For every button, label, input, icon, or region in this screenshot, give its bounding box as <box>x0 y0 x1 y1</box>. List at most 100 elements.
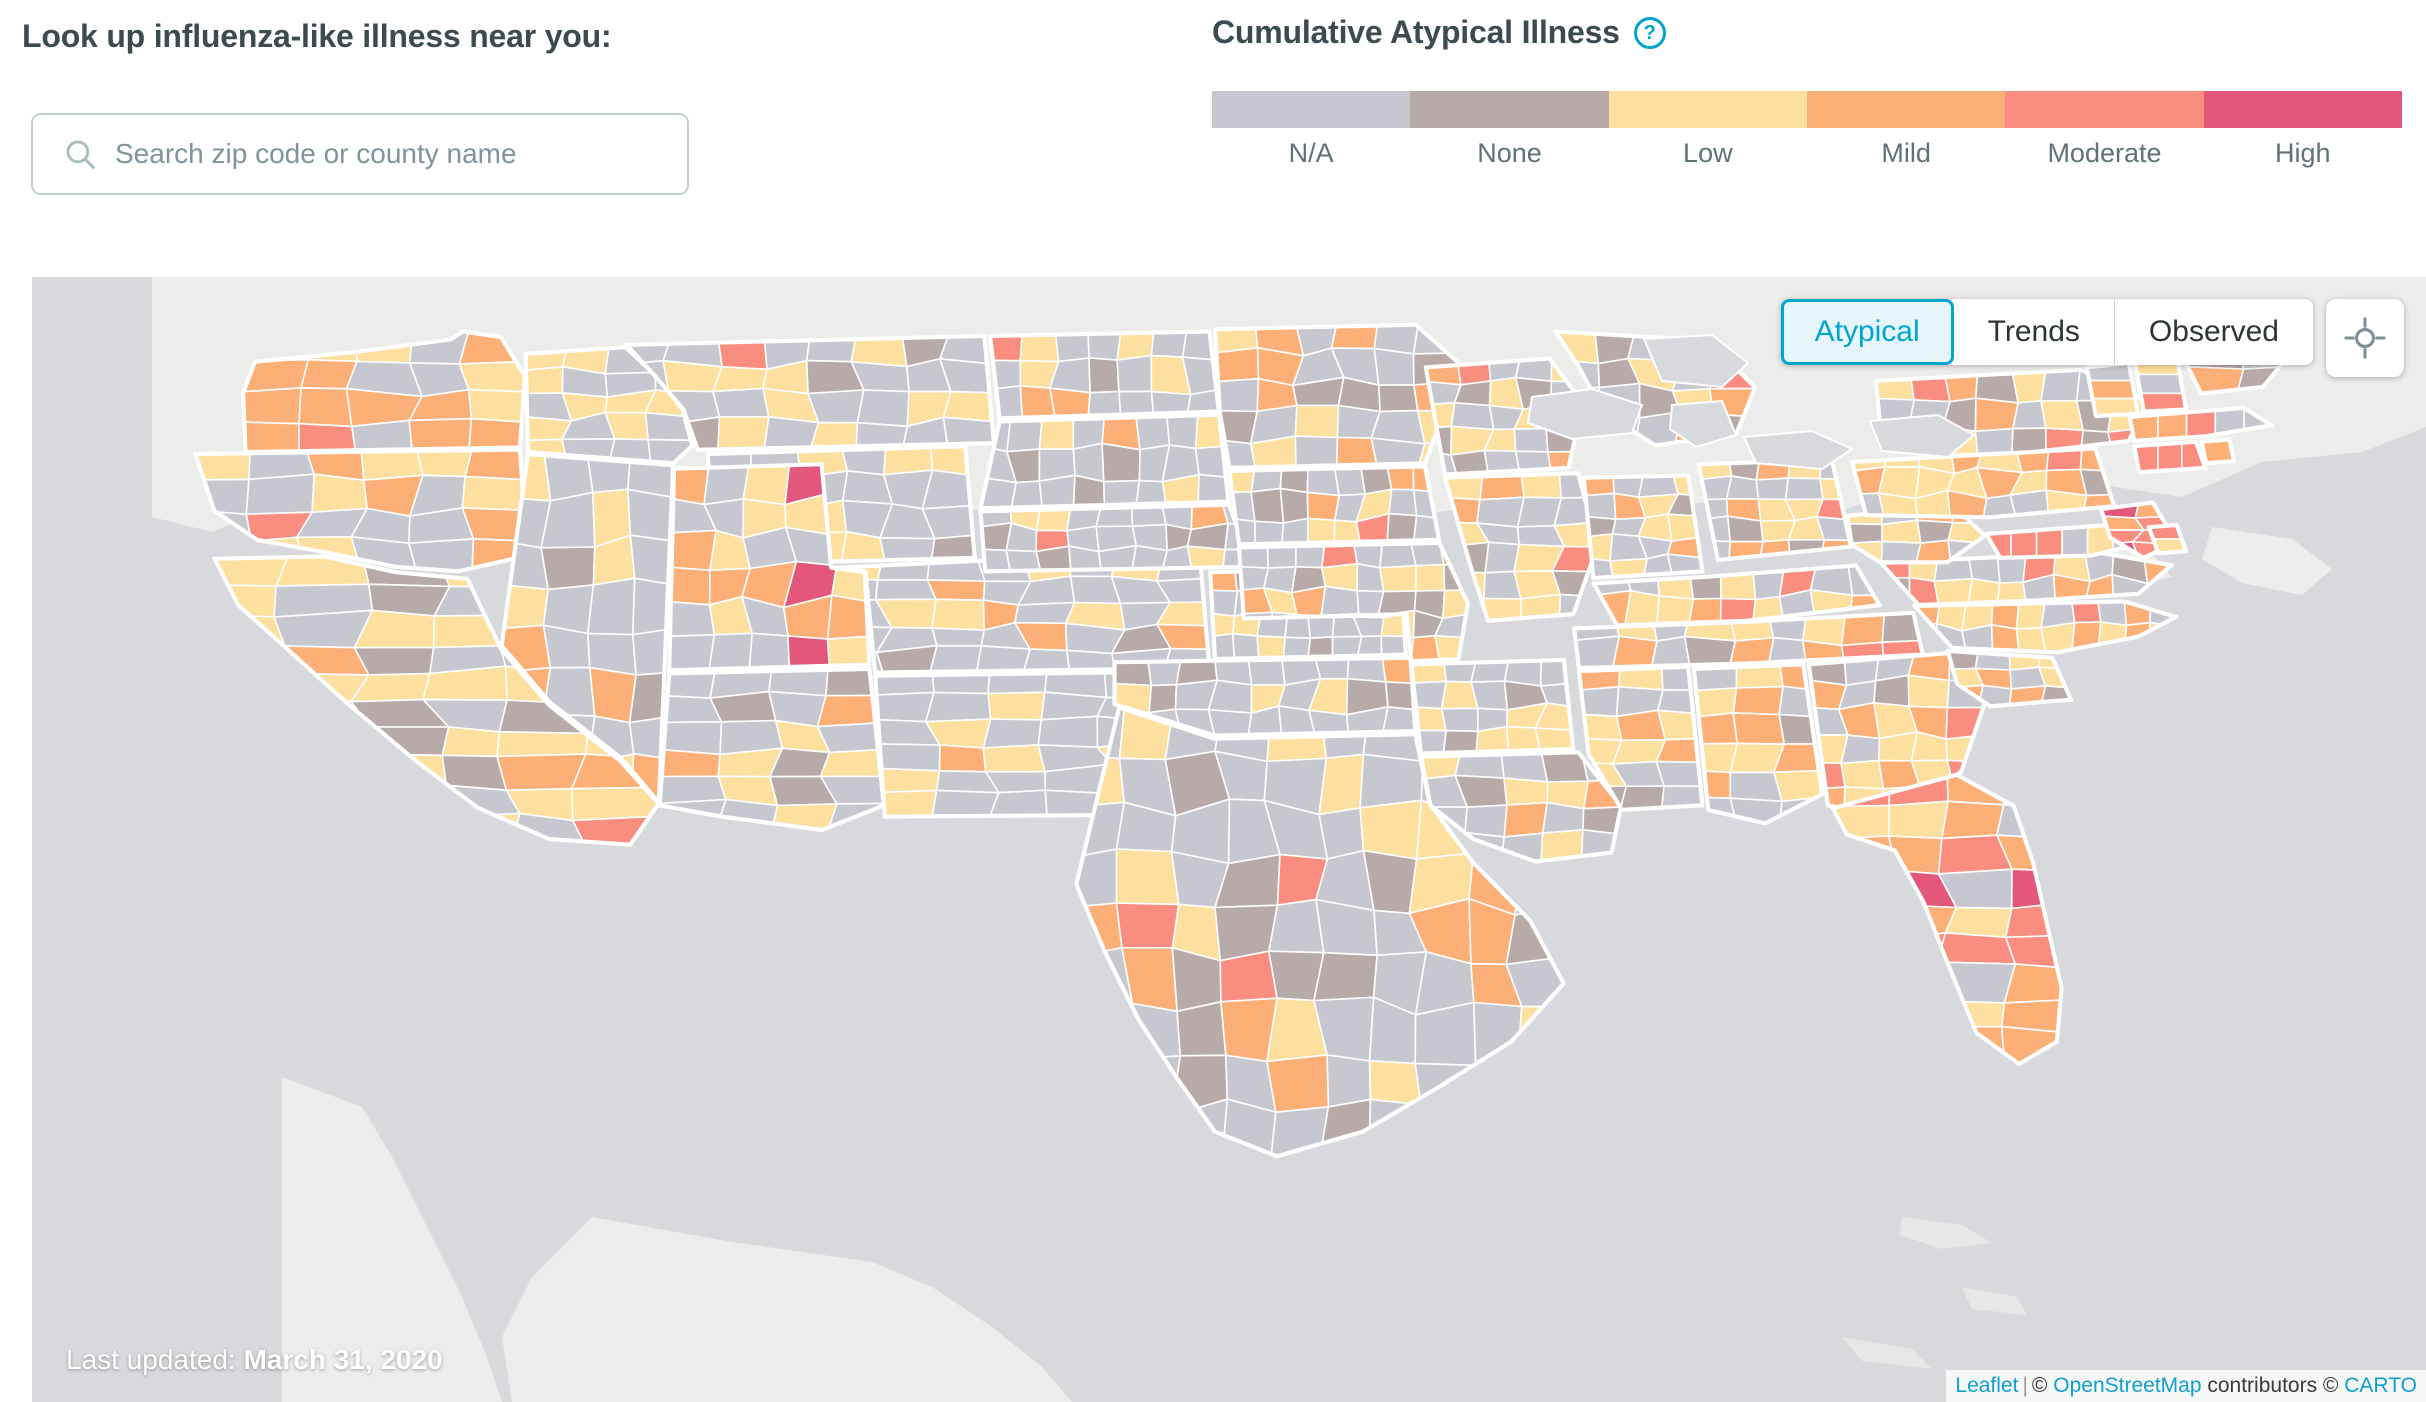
county-cell[interactable] <box>1886 1025 1949 1065</box>
tab-observed[interactable]: Observed <box>2114 299 2313 365</box>
county-cell[interactable] <box>1726 515 1764 543</box>
county-cell[interactable] <box>1148 683 1178 714</box>
county-cell[interactable] <box>711 387 770 418</box>
county-cell[interactable] <box>1378 564 1417 593</box>
county-cell[interactable] <box>359 816 438 846</box>
county-cell[interactable] <box>1013 601 1076 625</box>
county-cell[interactable] <box>1883 961 1939 1004</box>
county-cell[interactable] <box>659 748 721 778</box>
county-cell[interactable] <box>1539 659 1574 687</box>
county-cell[interactable] <box>1832 966 1900 1004</box>
county-cell[interactable] <box>1881 519 1922 544</box>
county-cell[interactable] <box>1231 632 1260 660</box>
county-cell[interactable] <box>1416 1103 1472 1157</box>
county-cell[interactable] <box>1388 488 1418 517</box>
county-cell[interactable] <box>668 529 718 572</box>
county-cell[interactable] <box>1037 715 1099 749</box>
county-cell[interactable] <box>1465 1102 1523 1157</box>
county-cell[interactable] <box>525 365 564 395</box>
county-cell[interactable] <box>213 815 290 846</box>
county-cell[interactable] <box>856 389 910 428</box>
county-cell[interactable] <box>1832 869 1897 906</box>
county-cell[interactable] <box>1176 1000 1227 1057</box>
county-cell[interactable] <box>1265 1054 1330 1114</box>
county-cell[interactable] <box>668 633 716 671</box>
county-cell[interactable] <box>1123 1101 1175 1157</box>
county-cell[interactable] <box>298 422 357 453</box>
county-cell[interactable] <box>1320 585 1360 617</box>
county-cell[interactable] <box>1219 950 1279 1003</box>
county-cell[interactable] <box>928 644 983 673</box>
county-cell[interactable] <box>2002 774 2063 808</box>
county-cell[interactable] <box>298 387 353 428</box>
tab-atypical[interactable]: Atypical <box>1780 299 1954 365</box>
search-box[interactable] <box>31 113 689 195</box>
county-cell[interactable] <box>280 815 364 846</box>
search-input[interactable] <box>115 138 635 170</box>
county-cell[interactable] <box>1346 657 1387 683</box>
carto-link[interactable]: CARTO <box>2344 1374 2417 1397</box>
county-cell[interactable] <box>806 389 865 424</box>
county-cell[interactable] <box>1088 357 1120 394</box>
county-cell[interactable] <box>213 723 301 760</box>
map-container[interactable]: Atypical Trends Observed Last updated: M… <box>32 277 2426 1402</box>
county-cell[interactable] <box>668 566 711 606</box>
county-cell[interactable] <box>242 421 301 453</box>
county-cell[interactable] <box>1514 855 1565 916</box>
county-cell[interactable] <box>1379 542 1417 569</box>
county-cell[interactable] <box>588 666 637 724</box>
county-cell[interactable] <box>1134 414 1171 451</box>
county-cell[interactable] <box>415 449 474 478</box>
county-cell[interactable] <box>2040 369 2081 402</box>
county-cell[interactable] <box>1551 570 1598 598</box>
county-cell[interactable] <box>1940 800 2005 840</box>
county-cell[interactable] <box>1115 1054 1182 1117</box>
county-cell[interactable] <box>1513 427 1549 453</box>
county-cell[interactable] <box>1207 679 1253 714</box>
county-cell[interactable] <box>662 359 724 393</box>
county-cell[interactable] <box>1115 902 1180 949</box>
county-cell[interactable] <box>1840 759 1885 790</box>
county-cell[interactable] <box>819 748 885 778</box>
county-cell[interactable] <box>1294 404 1340 439</box>
county-cell[interactable] <box>213 696 303 731</box>
county-cell[interactable] <box>1503 777 1549 806</box>
county-cell[interactable] <box>1732 712 1786 745</box>
county-cell[interactable] <box>1373 347 1415 387</box>
county-cell[interactable] <box>1732 685 1784 716</box>
county-cell[interactable] <box>1517 1005 1565 1062</box>
county-cell[interactable] <box>1873 674 1910 708</box>
county-cell[interactable] <box>717 415 770 451</box>
county-cell[interactable] <box>874 579 938 601</box>
county-cell[interactable] <box>1887 800 1950 840</box>
county-cell[interactable] <box>1907 674 1950 709</box>
county-cell[interactable] <box>1469 1060 1523 1112</box>
county-cell[interactable] <box>496 730 589 758</box>
county-cell[interactable] <box>1450 401 1495 431</box>
county-cell[interactable] <box>1150 331 1188 359</box>
county-cell[interactable] <box>245 473 316 516</box>
county-cell[interactable] <box>1541 801 1585 835</box>
county-cell[interactable] <box>1165 414 1199 450</box>
county-cell[interactable] <box>1500 751 1549 783</box>
county-cell[interactable] <box>1075 1055 1131 1108</box>
county-cell[interactable] <box>1995 804 2063 840</box>
county-cell[interactable] <box>1326 1053 1372 1108</box>
county-cell[interactable] <box>2011 399 2047 430</box>
county-cell[interactable] <box>1832 1030 1891 1065</box>
county-cell[interactable] <box>1517 1055 1565 1108</box>
tab-trends[interactable]: Trends <box>1953 299 2115 365</box>
county-cell[interactable] <box>1116 354 1153 393</box>
county-cell[interactable] <box>1250 487 1285 524</box>
county-cell[interactable] <box>987 691 1046 721</box>
county-cell[interactable] <box>1359 753 1424 809</box>
locate-crosshair-icon-button[interactable] <box>2326 299 2404 377</box>
county-cell[interactable] <box>2097 621 2128 653</box>
county-cell[interactable] <box>1974 397 2020 433</box>
county-cell[interactable] <box>1503 801 1549 838</box>
county-cell[interactable] <box>1075 1002 1134 1061</box>
county-cell[interactable] <box>1279 487 1309 524</box>
county-cell[interactable] <box>1368 1060 1422 1106</box>
county-cell[interactable] <box>274 752 369 792</box>
county-cell[interactable] <box>213 670 304 702</box>
